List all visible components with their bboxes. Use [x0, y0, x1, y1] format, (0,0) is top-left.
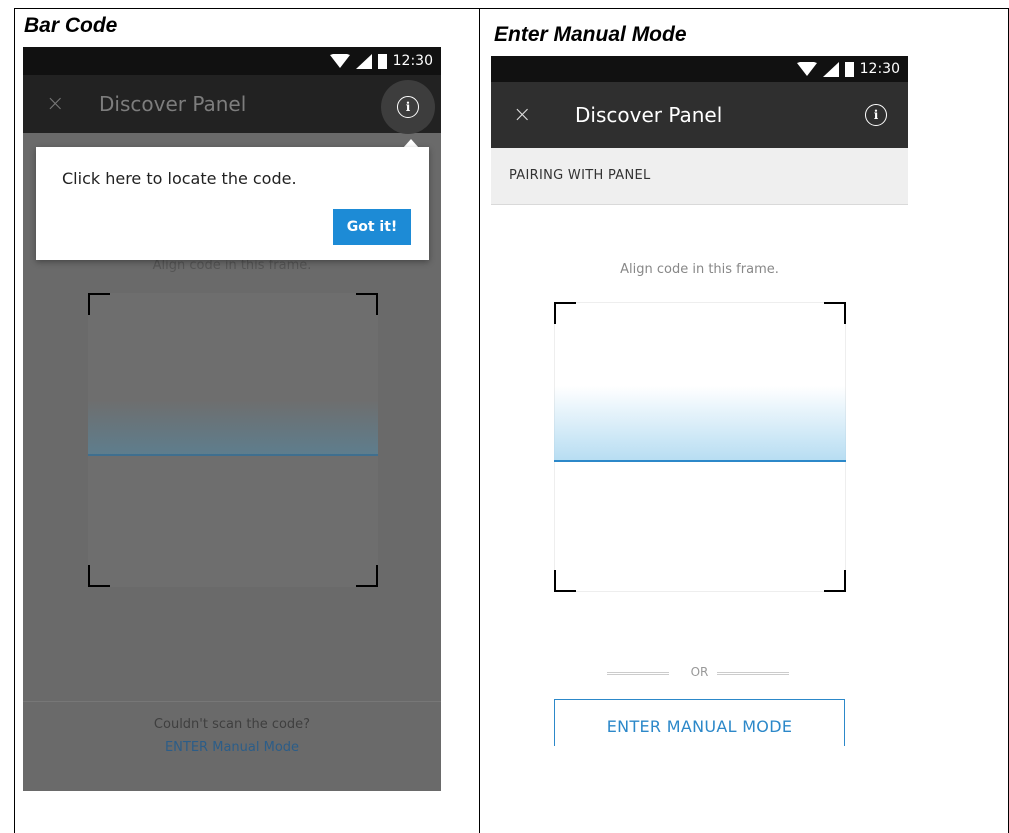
enter-manual-mode-button[interactable]: ENTER MANUAL MODE: [554, 699, 845, 746]
frame-corner-bottom-left: [554, 570, 576, 592]
info-icon[interactable]: i: [397, 96, 419, 118]
phone-screen-manual: 12:30 × Discover Panel i PAIRING WITH PA…: [491, 56, 908, 746]
status-bar: 12:30: [491, 56, 908, 82]
left-heading: Bar Code: [24, 14, 118, 37]
frame-corner-top-right: [356, 293, 378, 315]
page-title: Discover Panel: [99, 92, 247, 116]
info-icon[interactable]: i: [865, 104, 887, 126]
section-label: PAIRING WITH PANEL: [509, 168, 651, 183]
battery-icon: [377, 54, 387, 69]
frame-corner-top-left: [554, 302, 576, 324]
status-time: 12:30: [859, 61, 900, 77]
status-bar: 12:30: [23, 47, 441, 75]
enter-manual-mode-link[interactable]: ENTER Manual Mode: [23, 740, 441, 755]
app-bar: × Discover Panel: [491, 82, 908, 148]
frame-corner-top-left: [88, 293, 110, 315]
battery-icon: [844, 62, 854, 77]
frame-corner-bottom-left: [88, 565, 110, 587]
page-title: Discover Panel: [575, 103, 723, 127]
align-instruction: Align code in this frame.: [152, 258, 312, 273]
phone-screen-barcode: 12:30 × Discover Panel i Align code in t…: [23, 47, 441, 791]
got-it-button[interactable]: Got it!: [333, 209, 411, 245]
or-divider-right: [717, 672, 789, 675]
or-separator: OR: [690, 665, 709, 679]
frame-corner-bottom-right: [356, 565, 378, 587]
right-heading: Enter Manual Mode: [494, 23, 687, 46]
frame-corner-top-right: [824, 302, 846, 324]
scan-glow: [88, 400, 378, 456]
scan-glow: [554, 386, 846, 461]
tooltip: Click here to locate the code. Got it!: [36, 147, 429, 260]
app-bar: × Discover Panel: [23, 75, 441, 133]
signal-icon: [355, 53, 372, 69]
wifi-icon: [329, 54, 350, 68]
table-divider: [479, 8, 480, 833]
align-instruction: Align code in this frame.: [620, 262, 779, 277]
section-header: PAIRING WITH PANEL: [491, 148, 908, 205]
scan-help-text: Couldn't scan the code?: [153, 717, 311, 732]
scan-line: [554, 460, 846, 462]
wifi-icon: [796, 62, 817, 76]
close-icon[interactable]: ×: [46, 92, 64, 117]
close-icon[interactable]: ×: [513, 103, 531, 128]
bottom-divider: [23, 701, 441, 702]
scan-line: [88, 454, 378, 456]
signal-icon: [822, 61, 839, 77]
frame-corner-bottom-right: [824, 570, 846, 592]
status-time: 12:30: [392, 53, 433, 69]
tooltip-text: Click here to locate the code.: [62, 169, 297, 188]
